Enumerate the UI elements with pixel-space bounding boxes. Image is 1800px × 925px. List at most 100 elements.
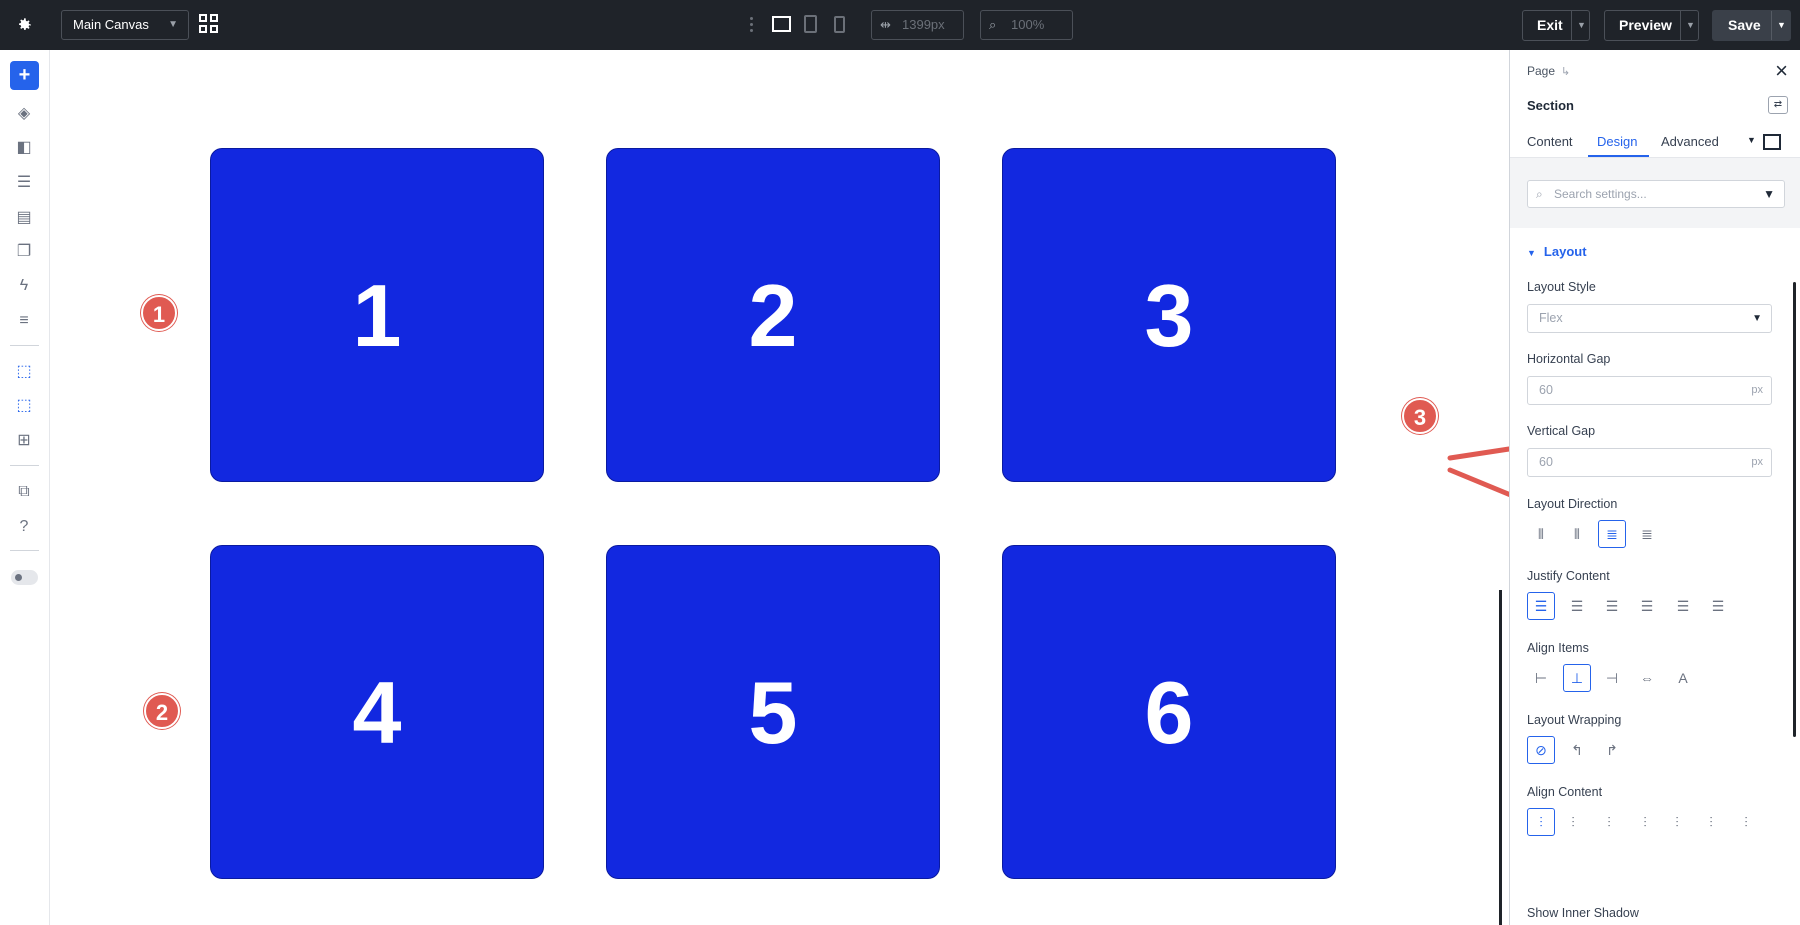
justify-content-options: ☰ ☰ ☰ ☰ ☰ ☰ bbox=[1527, 592, 1797, 620]
direction-row-reverse-icon[interactable]: ⫴ bbox=[1563, 520, 1591, 548]
tab-more-icon[interactable]: ▼ bbox=[1747, 135, 1756, 145]
align-content-around-icon[interactable]: ⫶ bbox=[1663, 808, 1691, 836]
direction-column-reverse-icon[interactable]: ≣ bbox=[1633, 520, 1661, 548]
align-content-center-icon[interactable]: ⫶ bbox=[1559, 808, 1587, 836]
layout-group-title: Layout bbox=[1543, 244, 1587, 259]
justify-start-icon[interactable]: ☰ bbox=[1527, 592, 1555, 620]
preview-layout-icon[interactable]: ⊞ bbox=[14, 431, 34, 451]
align-content-start-icon[interactable]: ⫶ bbox=[1527, 808, 1555, 836]
desktop-view-icon[interactable] bbox=[772, 16, 791, 32]
grid-view-icon[interactable] bbox=[199, 14, 220, 35]
canvas-selector-label: Main Canvas bbox=[73, 17, 149, 32]
help-icon[interactable]: ? bbox=[14, 517, 34, 537]
settings-panel: Page ↳ × Section ⇄ Content Design Advance… bbox=[1509, 50, 1800, 925]
page-settings-icon[interactable]: ▤ bbox=[14, 208, 34, 228]
vertical-gap-label: Vertical Gap bbox=[1527, 424, 1596, 438]
tab-design[interactable]: Design bbox=[1597, 134, 1637, 149]
preview-button[interactable]: Preview ▼ bbox=[1604, 10, 1699, 41]
justify-end-icon[interactable]: ☰ bbox=[1598, 592, 1626, 620]
align-baseline-icon[interactable]: A bbox=[1669, 664, 1697, 692]
layout-style-select[interactable]: Flex ▼ bbox=[1527, 304, 1772, 333]
breadcrumb-page[interactable]: Page bbox=[1527, 64, 1555, 78]
breadcrumb-child-icon: ↳ bbox=[1561, 66, 1571, 78]
align-stretch-icon[interactable]: ⇔ bbox=[1633, 664, 1661, 692]
filter-icon[interactable]: ▼ bbox=[1763, 181, 1775, 207]
tablet-view-icon[interactable] bbox=[804, 15, 817, 33]
direction-column-icon[interactable]: ≣ bbox=[1598, 520, 1626, 548]
horizontal-gap-unit[interactable]: px bbox=[1751, 377, 1763, 404]
phone-view-icon[interactable] bbox=[834, 16, 845, 33]
vertical-gap-value: 60 bbox=[1539, 455, 1553, 469]
tab-advanced[interactable]: Advanced bbox=[1661, 134, 1719, 149]
zoom-field[interactable]: ⌕ 100% bbox=[980, 10, 1073, 40]
panel-options-icon[interactable]: ⇄ bbox=[1768, 96, 1788, 114]
align-content-label: Align Content bbox=[1527, 785, 1603, 799]
active-tab-indicator bbox=[1588, 155, 1649, 157]
panel-layout-icon[interactable] bbox=[1763, 134, 1781, 150]
align-content-between-icon[interactable]: ⫶ bbox=[1631, 808, 1659, 836]
align-content-evenly-icon[interactable]: ⫶ bbox=[1697, 808, 1725, 836]
vertical-gap-input[interactable]: 60 px bbox=[1527, 448, 1772, 477]
canvas-scrollbar[interactable] bbox=[1499, 590, 1502, 925]
search-settings-input[interactable]: ⌕ Search settings... ▼ bbox=[1527, 180, 1785, 208]
layout-group-toggle[interactable]: ▼ Layout bbox=[1527, 244, 1587, 259]
grid-tile-1[interactable]: 1 bbox=[210, 148, 544, 482]
add-element-button[interactable]: + bbox=[10, 61, 39, 90]
panel-scrollbar[interactable] bbox=[1793, 282, 1796, 737]
align-content-end-icon[interactable]: ⫶ bbox=[1595, 808, 1623, 836]
horizontal-gap-input[interactable]: 60 px bbox=[1527, 376, 1772, 405]
align-center-icon[interactable]: ⊥ bbox=[1563, 664, 1591, 692]
align-start-icon[interactable]: ⊢ bbox=[1527, 664, 1555, 692]
design-library-icon[interactable]: ◧ bbox=[14, 138, 34, 158]
grid-tile-3[interactable]: 3 bbox=[1002, 148, 1336, 482]
canvas-width-field[interactable]: ⇹ 1399px bbox=[871, 10, 964, 40]
breadcrumb[interactable]: Page ↳ bbox=[1527, 64, 1570, 78]
align-content-options: ⫶ ⫶ ⫶ ⫶ ⫶ ⫶ ⫶ bbox=[1527, 808, 1797, 836]
align-content-stretch-icon[interactable]: ⫶ bbox=[1732, 808, 1760, 836]
theme-toggle[interactable] bbox=[11, 570, 38, 585]
justify-between-icon[interactable]: ☰ bbox=[1633, 592, 1661, 620]
annotation-badge-2: 2 bbox=[144, 693, 180, 729]
zoom-value: 100% bbox=[1011, 17, 1045, 32]
exit-dropdown-icon[interactable]: ▼ bbox=[1577, 11, 1586, 40]
width-resize-icon: ⇹ bbox=[880, 17, 891, 32]
grid-tile-6[interactable]: 6 bbox=[1002, 545, 1336, 879]
wrap-reverse-icon[interactable]: ↱ bbox=[1598, 736, 1626, 764]
vertical-gap-unit[interactable]: px bbox=[1751, 449, 1763, 476]
database-icon[interactable]: ☰ bbox=[14, 173, 34, 193]
canvases-icon[interactable]: ⧉ bbox=[14, 482, 34, 502]
justify-center-icon[interactable]: ☰ bbox=[1563, 592, 1591, 620]
exit-button-label: Exit bbox=[1537, 17, 1563, 33]
select-element-icon[interactable]: ⬚ bbox=[14, 362, 34, 382]
layout-wrapping-options: ⊘ ↰ ↱ bbox=[1527, 736, 1797, 764]
annotation-badge-3: 3 bbox=[1402, 398, 1438, 434]
settings-gear-icon[interactable] bbox=[10, 11, 38, 39]
align-items-label: Align Items bbox=[1527, 641, 1589, 655]
layers-icon[interactable]: ◈ bbox=[14, 104, 34, 124]
wrap-icon[interactable]: ↰ bbox=[1563, 736, 1591, 764]
close-icon[interactable]: × bbox=[1775, 58, 1788, 84]
tab-content[interactable]: Content bbox=[1527, 134, 1573, 149]
canvas-selector[interactable]: Main Canvas ▼ bbox=[61, 10, 189, 40]
search-placeholder: Search settings... bbox=[1554, 187, 1647, 201]
grid-tile-4[interactable]: 4 bbox=[210, 545, 544, 879]
align-items-options: ⊢ ⊥ ⊣ ⇔ A bbox=[1527, 664, 1797, 692]
align-end-icon[interactable]: ⊣ bbox=[1598, 664, 1626, 692]
presets-icon[interactable]: ≡ bbox=[14, 311, 34, 331]
search-area: ⌕ Search settings... ▼ bbox=[1510, 158, 1800, 228]
save-dropdown-icon[interactable]: ▼ bbox=[1777, 11, 1786, 40]
exit-button[interactable]: Exit ▼ bbox=[1522, 10, 1590, 41]
more-options-icon[interactable] bbox=[748, 15, 754, 35]
grid-tile-5[interactable]: 5 bbox=[606, 545, 940, 879]
multi-select-icon[interactable]: ⬚ bbox=[14, 396, 34, 416]
save-button[interactable]: Save ▼ bbox=[1712, 10, 1791, 41]
preview-dropdown-icon[interactable]: ▼ bbox=[1686, 11, 1695, 40]
grid-tile-2[interactable]: 2 bbox=[606, 148, 940, 482]
justify-evenly-icon[interactable]: ☰ bbox=[1704, 592, 1732, 620]
no-wrap-icon[interactable]: ⊘ bbox=[1527, 736, 1555, 764]
interactions-icon[interactable]: ϟ bbox=[14, 276, 34, 296]
pages-icon[interactable]: ❐ bbox=[14, 242, 34, 262]
direction-row-icon[interactable]: ⫴ bbox=[1527, 520, 1555, 548]
horizontal-gap-value: 60 bbox=[1539, 383, 1553, 397]
justify-around-icon[interactable]: ☰ bbox=[1669, 592, 1697, 620]
